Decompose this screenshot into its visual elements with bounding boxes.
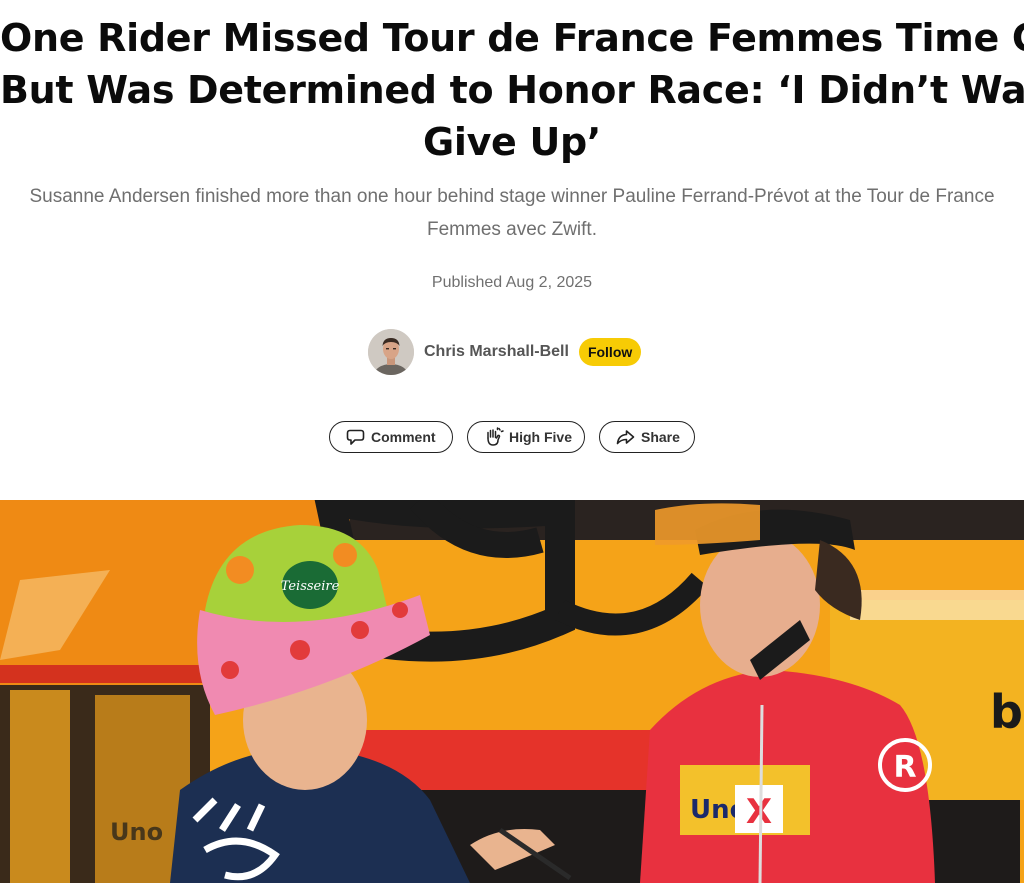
comment-bubble-icon xyxy=(344,426,366,448)
subhead-line-2: Femmes avec Zwift. xyxy=(427,219,597,240)
high-five-button[interactable]: High Five xyxy=(467,421,585,453)
bus-letter: b xyxy=(990,685,1023,739)
hat-logo-text: Teisseire xyxy=(281,579,340,594)
author-name[interactable]: Chris Marshall-Bell xyxy=(424,343,569,361)
share-label: Share xyxy=(641,429,680,445)
share-arrow-icon xyxy=(614,426,636,448)
article-page: One Rider Missed Tour de France Femmes T… xyxy=(0,0,1024,883)
hero-photo-illustration: b Uno Teisseire Uno X R xyxy=(0,500,1024,883)
bus-text: Uno xyxy=(110,818,163,846)
raised-hand-icon xyxy=(482,426,504,448)
comment-button[interactable]: Comment xyxy=(329,421,453,453)
article-headline: One Rider Missed Tour de France Femmes T… xyxy=(0,12,1024,168)
subhead-line-1: Susanne Andersen finished more than one … xyxy=(29,186,995,207)
share-button[interactable]: Share xyxy=(599,421,695,453)
article-subhead: Susanne Andersen finished more than one … xyxy=(0,180,1024,246)
follow-button[interactable]: Follow xyxy=(578,338,642,366)
article-actions: Comment High Five Share xyxy=(329,421,695,453)
hero-image: b Uno Teisseire Uno X R xyxy=(0,500,1024,883)
author-byline: Chris Marshall-Bell Follow xyxy=(368,329,642,375)
jersey-logo: X xyxy=(746,792,772,832)
comment-label: Comment xyxy=(371,429,436,445)
sleeve-letter: R xyxy=(893,750,916,785)
headline-line-2: But Was Determined to Honor Race: ‘I Did… xyxy=(0,68,1024,112)
author-avatar[interactable] xyxy=(368,329,414,375)
high-five-label: High Five xyxy=(509,429,573,445)
avatar-photo xyxy=(368,329,414,375)
headline-line-3: Give Up’ xyxy=(422,120,602,164)
published-date: Published Aug 2, 2025 xyxy=(431,274,593,291)
headline-line-1: One Rider Missed Tour de France Femmes T… xyxy=(0,16,1024,60)
